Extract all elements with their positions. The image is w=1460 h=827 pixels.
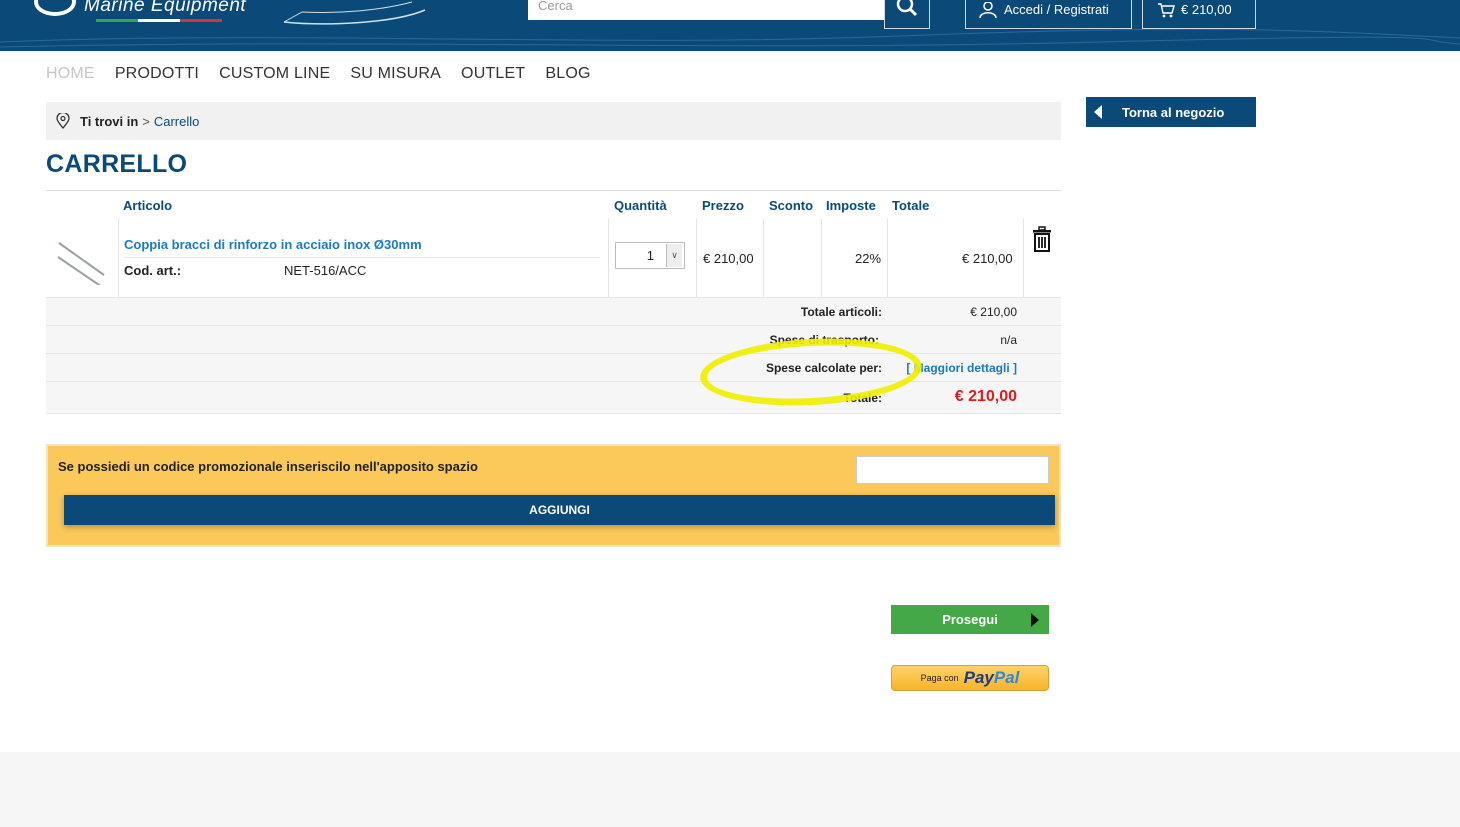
nav-item-su-misura[interactable]: SU MISURA bbox=[350, 65, 441, 83]
cart-total: € 210,00 bbox=[1181, 2, 1232, 17]
cart-button[interactable]: € 210,00 bbox=[1142, 0, 1256, 29]
header-article: Articolo bbox=[123, 198, 173, 213]
column-divider bbox=[763, 219, 764, 297]
breadcrumb: Ti trovi in > Carrello bbox=[46, 102, 1061, 140]
items-total-value: € 210,00 bbox=[970, 305, 1017, 319]
summary-items-total-row: Totale articoli: € 210,00 bbox=[46, 297, 1061, 325]
product-code-label: Cod. art.: bbox=[124, 263, 182, 278]
continue-label: Prosegui bbox=[942, 612, 998, 627]
quantity-value: 1 bbox=[646, 248, 654, 263]
cart-item-row bbox=[46, 219, 1061, 297]
logo-flag-stripe bbox=[96, 19, 222, 22]
summary-total-row: Totale: € 210,00 bbox=[46, 381, 1061, 414]
nav-item-outlet[interactable]: OUTLET bbox=[461, 65, 525, 83]
header-price: Prezzo bbox=[702, 198, 744, 213]
product-code: NET-516/ACC bbox=[284, 263, 367, 278]
nav-item-prodotti[interactable]: PRODOTTI bbox=[115, 65, 199, 83]
user-icon bbox=[979, 1, 997, 18]
nav-item-blog[interactable]: BLOG bbox=[545, 65, 590, 83]
back-to-shop-label: Torna al negozio bbox=[1122, 104, 1225, 120]
more-details-link[interactable]: [ Maggiori dettagli ] bbox=[906, 361, 1017, 375]
logo-text[interactable]: Marine Equipment bbox=[84, 0, 246, 17]
product-divider bbox=[124, 257, 600, 258]
item-tax: 22% bbox=[855, 251, 882, 266]
trash-icon[interactable] bbox=[1031, 226, 1053, 252]
search-input[interactable]: Cerca bbox=[528, 0, 884, 20]
shipping-value: n/a bbox=[1000, 333, 1017, 347]
breadcrumb-prefix: Ti trovi in bbox=[80, 113, 139, 129]
item-price: € 210,00 bbox=[703, 251, 754, 266]
arrow-right-icon bbox=[1031, 613, 1039, 627]
main-content: HOME PRODOTTI CUSTOM LINE SU MISURA OUTL… bbox=[0, 51, 1460, 752]
title-divider bbox=[46, 190, 1061, 191]
search-button[interactable] bbox=[884, 0, 930, 29]
main-nav: HOME PRODOTTI CUSTOM LINE SU MISURA OUTL… bbox=[46, 65, 591, 83]
column-divider bbox=[118, 219, 119, 297]
cart-icon bbox=[1158, 2, 1175, 17]
total-value: € 210,00 bbox=[954, 388, 1017, 405]
header-total: Totale bbox=[892, 198, 930, 213]
product-image[interactable] bbox=[56, 231, 108, 285]
item-total: € 210,00 bbox=[962, 251, 1013, 266]
continue-button[interactable]: Prosegui bbox=[891, 605, 1049, 634]
header-discount: Sconto bbox=[769, 198, 814, 213]
column-divider bbox=[608, 219, 609, 297]
search-icon bbox=[896, 0, 918, 16]
header-quantity: Quantità bbox=[614, 198, 667, 213]
column-divider bbox=[887, 219, 888, 297]
chevron-down-icon[interactable]: ∨ bbox=[666, 244, 682, 267]
page-title: CARRELLO bbox=[46, 150, 188, 178]
back-to-shop-button[interactable]: Torna al negozio bbox=[1086, 97, 1256, 127]
paypal-button[interactable]: Paga con Pay Pal bbox=[891, 665, 1049, 691]
promo-code-input[interactable] bbox=[856, 456, 1049, 484]
site-header: Marine Equipment Cerca Accedi / Registra… bbox=[0, 0, 1460, 51]
paypal-logo-part1: Pay bbox=[963, 668, 994, 687]
nav-item-custom-line[interactable]: CUSTOM LINE bbox=[219, 65, 330, 83]
boat-logo-icon bbox=[283, 1, 426, 25]
paypal-logo-part2: Pal bbox=[993, 668, 1020, 687]
location-pin-icon bbox=[56, 113, 70, 129]
paypal-prefix: Paga con bbox=[920, 673, 959, 683]
column-divider bbox=[1023, 219, 1024, 297]
breadcrumb-current[interactable]: Carrello bbox=[154, 114, 200, 129]
header-tax: Imposte bbox=[826, 198, 876, 213]
add-promo-button[interactable]: AGGIUNGI bbox=[64, 495, 1055, 525]
promo-code-box: Se possiedi un codice promozionale inser… bbox=[46, 444, 1061, 547]
login-label: Accedi / Registrati bbox=[1004, 2, 1109, 17]
nav-item-home[interactable]: HOME bbox=[46, 65, 95, 83]
product-name-link[interactable]: Coppia bracci di rinforzo in acciaio ino… bbox=[124, 237, 422, 252]
quantity-select[interactable]: 1 ∨ bbox=[615, 242, 685, 269]
login-register-button[interactable]: Accedi / Registrati bbox=[965, 0, 1132, 29]
promo-label: Se possiedi un codice promozionale inser… bbox=[58, 459, 478, 474]
breadcrumb-separator: > bbox=[142, 113, 150, 129]
arrow-left-icon bbox=[1094, 105, 1102, 119]
column-divider bbox=[821, 219, 822, 297]
summary-shipping-row: Spese di trasporto: n/a bbox=[46, 325, 1061, 353]
column-divider bbox=[696, 219, 697, 297]
items-total-label: Totale articoli: bbox=[800, 305, 882, 319]
